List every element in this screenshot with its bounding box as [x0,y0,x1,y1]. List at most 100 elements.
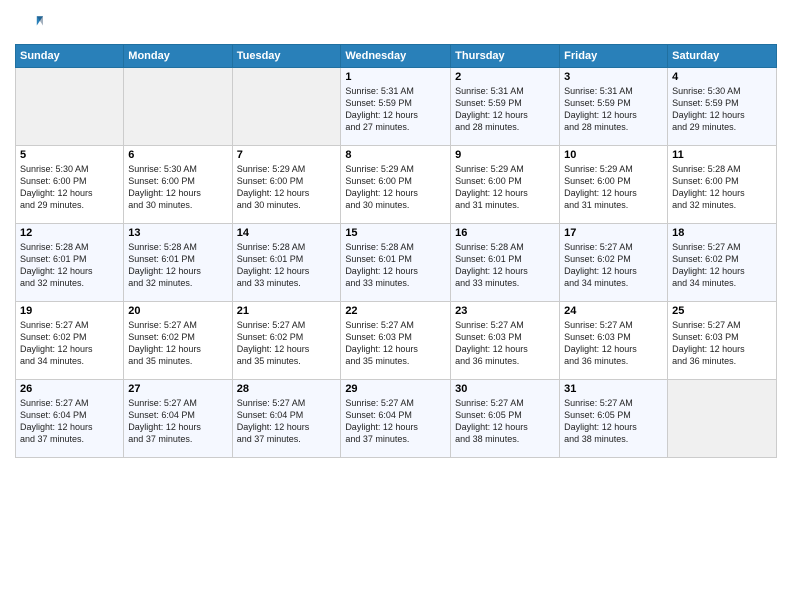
day-cell: 21 Sunrise: 5:27 AM Sunset: 6:02 PM Dayli… [232,302,341,380]
col-header-thursday: Thursday [451,45,560,68]
day-number: 2 [455,71,555,83]
col-header-monday: Monday [124,45,232,68]
day-cell [124,68,232,146]
week-row-4: 19Sunrise: 5:27 AM Sunset: 6:02 PM Dayli… [16,302,777,380]
day-cell: 31 Sunrise: 5:27 AM Sunset: 6:05 PM Dayli… [560,380,668,458]
day-cell: 10 Sunrise: 5:29 AM Sunset: 6:00 PM Dayli… [560,146,668,224]
day-cell: 15 Sunrise: 5:28 AM Sunset: 6:01 PM Dayli… [341,224,451,302]
day-info: Sunrise: 5:27 AM Sunset: 6:02 PM Dayligh… [672,241,772,290]
day-info: Sunrise: 5:28 AM Sunset: 6:01 PM Dayligh… [20,241,119,290]
day-info: Sunrise: 5:27 AM Sunset: 6:02 PM Dayligh… [564,241,663,290]
calendar-table: SundayMondayTuesdayWednesdayThursdayFrid… [15,44,777,458]
day-cell: 6 Sunrise: 5:30 AM Sunset: 6:00 PM Daylig… [124,146,232,224]
day-info: Sunrise: 5:27 AM Sunset: 6:04 PM Dayligh… [345,397,446,446]
day-cell: 14 Sunrise: 5:28 AM Sunset: 6:01 PM Dayli… [232,224,341,302]
day-info: Sunrise: 5:29 AM Sunset: 6:00 PM Dayligh… [237,163,337,212]
day-number: 26 [20,383,119,395]
day-number: 10 [564,149,663,161]
day-info: Sunrise: 5:28 AM Sunset: 6:01 PM Dayligh… [345,241,446,290]
day-cell [668,380,777,458]
day-cell: 11Sunrise: 5:28 AM Sunset: 6:00 PM Dayli… [668,146,777,224]
day-number: 29 [345,383,446,395]
header-row: SundayMondayTuesdayWednesdayThursdayFrid… [16,45,777,68]
day-cell: 17 Sunrise: 5:27 AM Sunset: 6:02 PM Dayli… [560,224,668,302]
day-cell: 12Sunrise: 5:28 AM Sunset: 6:01 PM Dayli… [16,224,124,302]
day-info: Sunrise: 5:27 AM Sunset: 6:05 PM Dayligh… [455,397,555,446]
week-row-3: 12Sunrise: 5:28 AM Sunset: 6:01 PM Dayli… [16,224,777,302]
day-cell: 30 Sunrise: 5:27 AM Sunset: 6:05 PM Dayli… [451,380,560,458]
day-cell: 7 Sunrise: 5:29 AM Sunset: 6:00 PM Daylig… [232,146,341,224]
day-info: Sunrise: 5:31 AM Sunset: 5:59 PM Dayligh… [564,85,663,134]
header [15,10,777,38]
week-row-1: 1 Sunrise: 5:31 AM Sunset: 5:59 PM Daylig… [16,68,777,146]
day-info: Sunrise: 5:27 AM Sunset: 6:02 PM Dayligh… [20,319,119,368]
day-info: Sunrise: 5:29 AM Sunset: 6:00 PM Dayligh… [345,163,446,212]
day-info: Sunrise: 5:28 AM Sunset: 6:01 PM Dayligh… [237,241,337,290]
col-header-tuesday: Tuesday [232,45,341,68]
day-cell: 16Sunrise: 5:28 AM Sunset: 6:01 PM Dayli… [451,224,560,302]
day-number: 24 [564,305,663,317]
day-info: Sunrise: 5:27 AM Sunset: 6:05 PM Dayligh… [564,397,663,446]
col-header-wednesday: Wednesday [341,45,451,68]
day-cell: 25Sunrise: 5:27 AM Sunset: 6:03 PM Dayli… [668,302,777,380]
day-cell: 23Sunrise: 5:27 AM Sunset: 6:03 PM Dayli… [451,302,560,380]
day-number: 1 [345,71,446,83]
col-header-sunday: Sunday [16,45,124,68]
day-number: 30 [455,383,555,395]
day-cell: 9 Sunrise: 5:29 AM Sunset: 6:00 PM Daylig… [451,146,560,224]
day-number: 14 [237,227,337,239]
week-row-5: 26 Sunrise: 5:27 AM Sunset: 6:04 PM Dayli… [16,380,777,458]
day-info: Sunrise: 5:27 AM Sunset: 6:04 PM Dayligh… [20,397,119,446]
day-number: 17 [564,227,663,239]
day-number: 15 [345,227,446,239]
day-number: 7 [237,149,337,161]
day-info: Sunrise: 5:30 AM Sunset: 6:00 PM Dayligh… [128,163,227,212]
day-cell: 26 Sunrise: 5:27 AM Sunset: 6:04 PM Dayli… [16,380,124,458]
day-cell: 13 Sunrise: 5:28 AM Sunset: 6:01 PM Dayli… [124,224,232,302]
day-number: 3 [564,71,663,83]
day-number: 13 [128,227,227,239]
day-info: Sunrise: 5:27 AM Sunset: 6:04 PM Dayligh… [128,397,227,446]
day-info: Sunrise: 5:28 AM Sunset: 6:01 PM Dayligh… [455,241,555,290]
day-number: 11 [672,149,772,161]
day-cell [16,68,124,146]
day-info: Sunrise: 5:29 AM Sunset: 6:00 PM Dayligh… [455,163,555,212]
day-cell: 20 Sunrise: 5:27 AM Sunset: 6:02 PM Dayli… [124,302,232,380]
day-info: Sunrise: 5:30 AM Sunset: 6:00 PM Dayligh… [20,163,119,212]
day-number: 22 [345,305,446,317]
day-cell: 3 Sunrise: 5:31 AM Sunset: 5:59 PM Daylig… [560,68,668,146]
day-number: 23 [455,305,555,317]
day-info: Sunrise: 5:28 AM Sunset: 6:01 PM Dayligh… [128,241,227,290]
day-info: Sunrise: 5:29 AM Sunset: 6:00 PM Dayligh… [564,163,663,212]
day-number: 6 [128,149,227,161]
day-number: 8 [345,149,446,161]
day-cell: 29 Sunrise: 5:27 AM Sunset: 6:04 PM Dayli… [341,380,451,458]
day-number: 21 [237,305,337,317]
day-number: 25 [672,305,772,317]
day-info: Sunrise: 5:27 AM Sunset: 6:02 PM Dayligh… [128,319,227,368]
logo-icon [15,10,43,38]
day-cell: 4Sunrise: 5:30 AM Sunset: 5:59 PM Daylig… [668,68,777,146]
day-number: 28 [237,383,337,395]
week-row-2: 5 Sunrise: 5:30 AM Sunset: 6:00 PM Daylig… [16,146,777,224]
day-cell: 22 Sunrise: 5:27 AM Sunset: 6:03 PM Dayli… [341,302,451,380]
col-header-saturday: Saturday [668,45,777,68]
day-info: Sunrise: 5:27 AM Sunset: 6:03 PM Dayligh… [345,319,446,368]
day-number: 20 [128,305,227,317]
day-number: 9 [455,149,555,161]
day-number: 31 [564,383,663,395]
day-info: Sunrise: 5:27 AM Sunset: 6:04 PM Dayligh… [237,397,337,446]
day-cell: 28 Sunrise: 5:27 AM Sunset: 6:04 PM Dayli… [232,380,341,458]
day-info: Sunrise: 5:30 AM Sunset: 5:59 PM Dayligh… [672,85,772,134]
day-cell [232,68,341,146]
day-cell: 8 Sunrise: 5:29 AM Sunset: 6:00 PM Daylig… [341,146,451,224]
day-info: Sunrise: 5:27 AM Sunset: 6:02 PM Dayligh… [237,319,337,368]
day-info: Sunrise: 5:31 AM Sunset: 5:59 PM Dayligh… [455,85,555,134]
day-cell: 18 Sunrise: 5:27 AM Sunset: 6:02 PM Dayli… [668,224,777,302]
day-number: 18 [672,227,772,239]
day-number: 27 [128,383,227,395]
day-number: 5 [20,149,119,161]
day-cell: 27 Sunrise: 5:27 AM Sunset: 6:04 PM Dayli… [124,380,232,458]
logo [15,10,47,38]
day-info: Sunrise: 5:31 AM Sunset: 5:59 PM Dayligh… [345,85,446,134]
